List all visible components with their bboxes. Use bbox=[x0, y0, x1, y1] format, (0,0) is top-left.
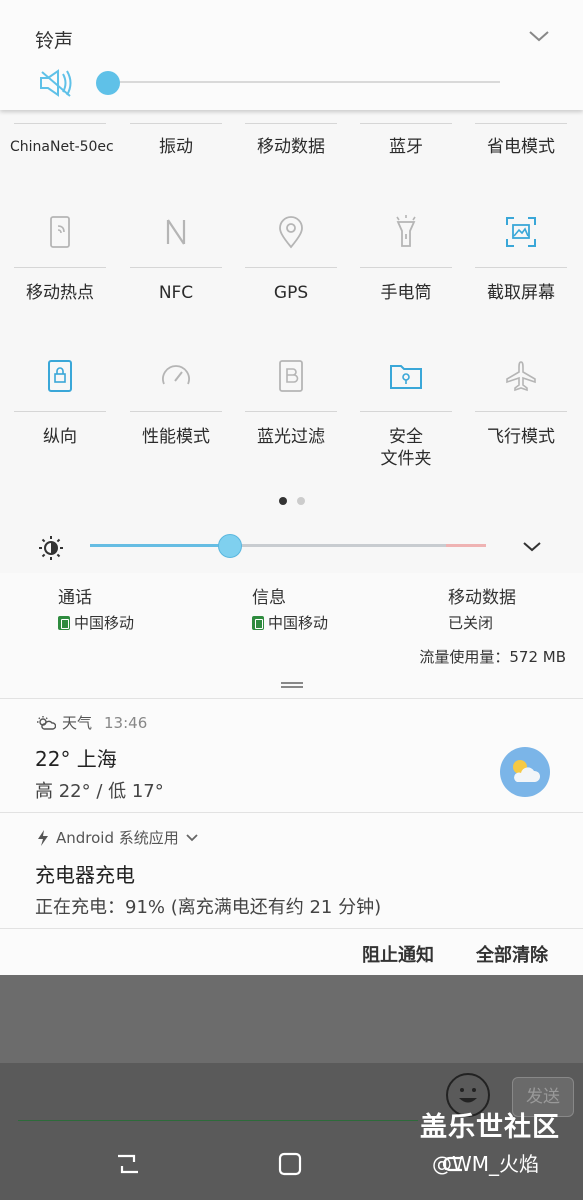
weather-notification[interactable]: 天气 13:46 22° 上海 高 22° / 低 17° bbox=[0, 698, 583, 813]
tile-label: 截取屏幕 bbox=[487, 283, 555, 303]
tile-mobile-data[interactable]: 移动数据 bbox=[241, 123, 341, 158]
ringtone-volume-track[interactable] bbox=[108, 81, 500, 83]
tile-label-line1: 安全 bbox=[389, 427, 423, 447]
tile-label: 移动热点 bbox=[26, 283, 94, 303]
lock-rotation-icon bbox=[48, 360, 72, 392]
airplane-icon bbox=[506, 361, 536, 392]
sim-data[interactable]: 移动数据 已关闭 bbox=[448, 585, 516, 635]
ringtone-volume-knob[interactable] bbox=[96, 71, 120, 95]
tile-label: 安全 文件夹 bbox=[356, 426, 456, 470]
sim-data-title: 移动数据 bbox=[448, 588, 516, 608]
tile-gps[interactable]: GPS bbox=[241, 210, 341, 310]
tile-nfc[interactable]: NFC bbox=[126, 210, 226, 310]
partly-cloudy-icon bbox=[500, 747, 550, 797]
notification-header: Android 系统应用 bbox=[36, 827, 199, 848]
tile-label: ChinaNet-50ec bbox=[10, 139, 114, 155]
ringtone-panel: 铃声 bbox=[0, 0, 583, 110]
location-pin-icon bbox=[279, 216, 303, 249]
notification-time: 13:46 bbox=[104, 713, 148, 732]
input-underline bbox=[18, 1120, 418, 1121]
sim-info-panel: 通话 中国移动 信息 中国移动 移动数据 已关闭 流量使用量：572 MB bbox=[0, 573, 583, 698]
sim-card-icon bbox=[58, 616, 70, 630]
charging-notification[interactable]: Android 系统应用 充电器充电 正在充电：91% (离充满电还有约 21 … bbox=[0, 812, 583, 929]
tile-label: 移动数据 bbox=[257, 137, 325, 157]
tile-flashlight[interactable]: 手电筒 bbox=[356, 210, 456, 310]
tile-performance[interactable]: 性能模式 bbox=[126, 354, 226, 464]
notification-header: 天气 13:46 bbox=[36, 712, 147, 733]
chevron-down-icon[interactable] bbox=[520, 536, 544, 556]
notification-app-name: 天气 bbox=[62, 714, 93, 732]
sim-call[interactable]: 通话 中国移动 bbox=[58, 585, 134, 635]
weather-small-icon bbox=[37, 715, 56, 730]
notification-text: 正在充电：91% (离充满电还有约 21 分钟) bbox=[35, 897, 382, 918]
screenshot-icon bbox=[506, 217, 536, 247]
speedometer-icon bbox=[162, 365, 190, 385]
nfc-icon bbox=[166, 219, 186, 245]
flashlight-icon bbox=[396, 215, 416, 247]
brightness-fill bbox=[90, 544, 228, 547]
home-icon[interactable] bbox=[276, 1150, 304, 1178]
tile-airplane[interactable]: 飞行模式 bbox=[471, 354, 571, 464]
bluelight-filter-icon bbox=[279, 360, 303, 392]
notification-actions: 阻止通知 全部清除 bbox=[0, 928, 583, 975]
quick-settings-panel: ChinaNet-50ec 振动 移动数据 蓝牙 省电模式 移动热点 NFC G… bbox=[0, 110, 583, 573]
brightness-knob[interactable] bbox=[218, 534, 242, 558]
block-notifications-button[interactable]: 阻止通知 bbox=[362, 941, 434, 967]
sim-message-carrier: 中国移动 bbox=[268, 614, 329, 632]
chevron-down-icon[interactable] bbox=[527, 26, 551, 46]
notification-text: 高 22° / 低 17° bbox=[35, 781, 164, 802]
tile-label: 振动 bbox=[159, 137, 193, 157]
mute-icon[interactable] bbox=[38, 68, 74, 98]
tile-bluelight-filter[interactable]: 蓝光过滤 bbox=[241, 354, 341, 464]
hotspot-icon bbox=[50, 216, 70, 248]
tile-hotspot[interactable]: 移动热点 bbox=[10, 210, 110, 310]
brightness-high-zone bbox=[446, 544, 486, 547]
tile-label: 省电模式 bbox=[487, 137, 555, 157]
sim-message-title: 信息 bbox=[252, 588, 286, 608]
sim-call-carrier: 中国移动 bbox=[74, 614, 135, 632]
tile-bluetooth[interactable]: 蓝牙 bbox=[356, 123, 456, 158]
notification-title: 22° 上海 bbox=[35, 747, 117, 771]
data-usage: 流量使用量：572 MB bbox=[419, 648, 566, 666]
watermark-title: 盖乐世社区 bbox=[420, 1112, 560, 1143]
tile-vibrate[interactable]: 振动 bbox=[126, 123, 226, 158]
notification-title: 充电器充电 bbox=[35, 863, 135, 887]
sim-call-title: 通话 bbox=[58, 588, 92, 608]
page-indicator-active bbox=[279, 497, 287, 505]
recent-apps-icon[interactable] bbox=[114, 1150, 142, 1178]
notification-app-name: Android 系统应用 bbox=[56, 829, 179, 847]
tile-label: 蓝光过滤 bbox=[257, 427, 325, 447]
tile-wifi[interactable]: ChinaNet-50ec bbox=[10, 123, 114, 158]
tile-label-line2: 文件夹 bbox=[380, 449, 432, 469]
tile-label: 性能模式 bbox=[142, 427, 210, 447]
tile-label: 手电筒 bbox=[380, 283, 432, 303]
lightning-icon bbox=[38, 829, 48, 846]
ringtone-title: 铃声 bbox=[35, 30, 74, 52]
tile-label: 飞行模式 bbox=[487, 427, 555, 447]
tile-portrait[interactable]: 纵向 bbox=[10, 354, 110, 464]
page-indicator-inactive bbox=[297, 497, 305, 505]
tile-power-saving[interactable]: 省电模式 bbox=[471, 123, 571, 158]
sim-card-icon bbox=[252, 616, 264, 630]
tile-label: 蓝牙 bbox=[389, 137, 423, 157]
sim-message[interactable]: 信息 中国移动 bbox=[252, 585, 328, 635]
watermark-user: @WM_火焰 bbox=[432, 1152, 540, 1176]
secure-folder-icon bbox=[390, 365, 422, 389]
brightness-icon bbox=[39, 536, 63, 560]
drag-handle[interactable] bbox=[281, 682, 303, 688]
tile-label: GPS bbox=[273, 283, 309, 303]
tile-label: NFC bbox=[158, 283, 194, 303]
chevron-down-icon[interactable] bbox=[185, 833, 199, 843]
clear-all-button[interactable]: 全部清除 bbox=[476, 941, 548, 967]
tile-screenshot[interactable]: 截取屏幕 bbox=[471, 210, 571, 310]
tile-secure-folder[interactable]: 安全 文件夹 bbox=[356, 354, 456, 469]
sim-data-status: 已关闭 bbox=[448, 614, 494, 632]
tile-label: 纵向 bbox=[43, 427, 77, 447]
